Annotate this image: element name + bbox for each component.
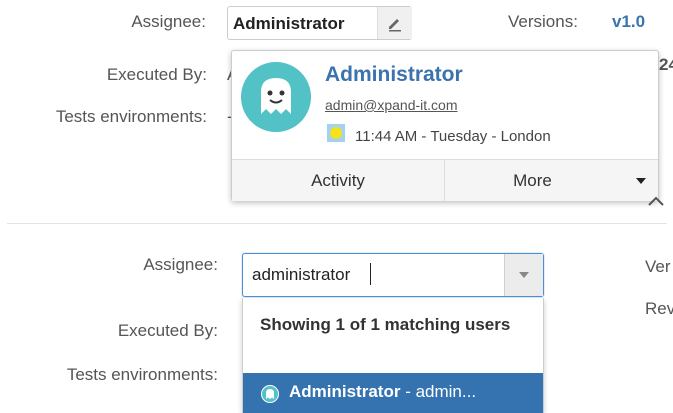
assignee-value: Administrator — [233, 14, 345, 33]
timezone-icon — [327, 124, 345, 142]
assignee-label: Assignee: — [131, 12, 206, 31]
suggestion-item-name: Administrator — [289, 382, 401, 401]
card-user-name[interactable]: Administrator — [325, 63, 463, 87]
assignee-search-input[interactable]: administrator — [242, 253, 544, 297]
tests-environments-label-edit: Tests environments: — [66, 365, 218, 384]
assignee-search-text: administrator — [252, 265, 351, 284]
more-button[interactable]: More — [445, 160, 658, 201]
assignee-label-edit: Assignee: — [143, 255, 218, 274]
ghost-avatar-icon — [261, 78, 291, 114]
card-local-time: 11:44 AM - Tuesday - London — [355, 128, 551, 145]
right-label-revision-partial: Rev — [645, 299, 673, 318]
section-divider — [7, 223, 667, 224]
chevron-up-icon[interactable] — [646, 195, 666, 207]
pencil-icon — [389, 19, 401, 32]
edit-assignee-button[interactable] — [377, 7, 412, 39]
more-button-label: More — [513, 170, 552, 190]
suggestion-item-email: - admin... — [400, 382, 477, 401]
avatar — [261, 385, 279, 403]
suggestions-header: Showing 1 of 1 matching users — [260, 315, 511, 334]
ghost-avatar-icon — [266, 389, 274, 399]
versions-value[interactable]: v1.0 — [612, 12, 645, 32]
executed-by-label-edit: Executed By: — [117, 321, 218, 340]
right-partial-value: 24 — [659, 55, 673, 74]
user-hover-card: Administrator admin@xpand-it.com 11:44 A… — [231, 50, 659, 201]
caret-down-icon — [636, 178, 646, 184]
versions-label: Versions: — [508, 12, 578, 31]
avatar[interactable] — [241, 62, 311, 132]
activity-button-label: Activity — [311, 170, 365, 190]
card-user-email[interactable]: admin@xpand-it.com — [325, 97, 458, 113]
activity-button[interactable]: Activity — [232, 160, 445, 201]
dropdown-toggle-button[interactable] — [504, 254, 543, 296]
executed-by-label: Executed By: — [106, 65, 207, 84]
tests-environments-label: Tests environments: — [55, 107, 207, 126]
suggestion-item-label: Administrator - admin... — [289, 382, 476, 402]
user-suggestions-dropdown: Showing 1 of 1 matching users Administra… — [242, 298, 544, 413]
sun-icon — [330, 127, 342, 139]
suggestion-item-administrator[interactable]: Administrator - admin... — [243, 373, 543, 413]
caret-down-icon — [519, 272, 529, 278]
right-label-versions-partial: Ver — [645, 257, 671, 276]
card-footer: Activity More — [232, 159, 658, 201]
text-cursor — [370, 263, 371, 285]
assignee-field[interactable]: Administrator — [227, 6, 412, 40]
